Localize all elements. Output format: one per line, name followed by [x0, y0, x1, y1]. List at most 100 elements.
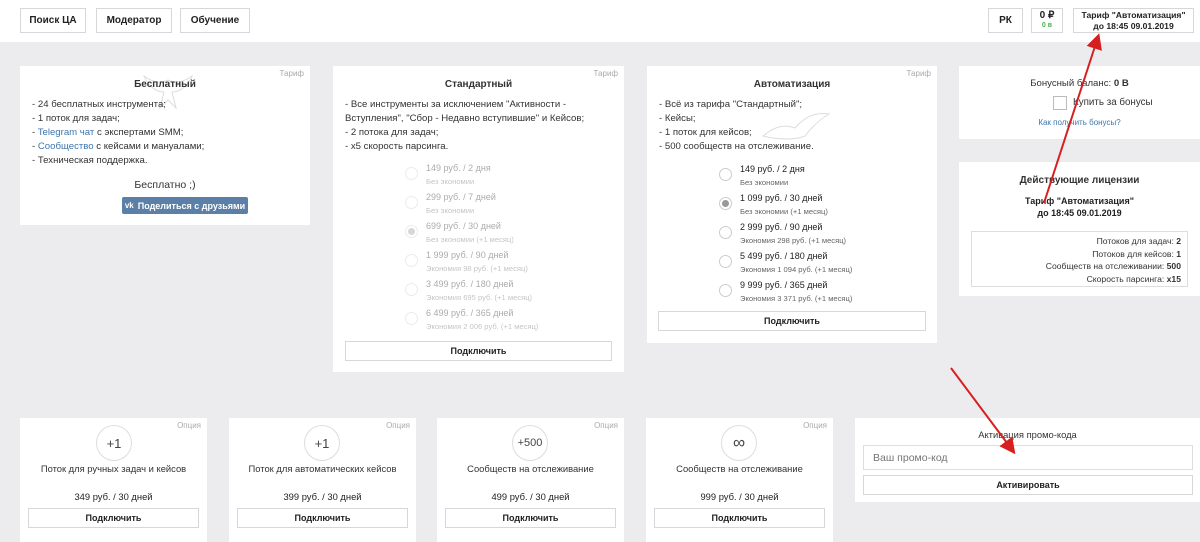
standard-option-radio[interactable]	[405, 283, 418, 296]
automation-option-label: 149 руб. / 2 дня	[740, 164, 805, 174]
rk-button[interactable]: РК	[988, 8, 1023, 33]
automation-option-radio[interactable]	[719, 168, 732, 181]
telegram-chat-link[interactable]: Telegram чат	[38, 127, 95, 138]
feature-line: - Telegram чат с экспертами SMM;	[32, 127, 184, 138]
standard-connect-button[interactable]: Подключить	[345, 341, 612, 361]
vk-icon: vk	[124, 201, 134, 210]
share-with-friends-button[interactable]: vk Поделиться с друзьями	[122, 197, 248, 214]
option-price: 399 руб. / 30 дней	[283, 491, 362, 502]
standard-option-saving: Без экономии (+1 месяц)	[426, 235, 514, 244]
option-tag: Опция	[386, 421, 410, 430]
licenses-title: Действующие лицензии	[1019, 175, 1140, 186]
promo-code-input[interactable]	[863, 445, 1193, 470]
standard-option-saving: Без экономии	[426, 206, 475, 215]
standard-option-radio[interactable]	[405, 196, 418, 209]
license-row: Скорость парсинга: x15	[1086, 273, 1181, 284]
option-price: 999 руб. / 30 дней	[700, 491, 779, 502]
option-card-auto-threads: Опция +1 Поток для автоматических кейсов…	[229, 418, 416, 542]
option-tag: Опция	[177, 421, 201, 430]
standard-option-label: 3 499 руб. / 180 дней	[426, 279, 514, 289]
standard-option-saving: Экономия 98 руб. (+1 месяц)	[426, 264, 528, 273]
bonus-card: Бонусный баланс: 0 В Купить за бонусы Ка…	[959, 66, 1200, 139]
plus-500-icon: +500	[512, 425, 548, 461]
feature-line: - 500 сообществ на отслеживание.	[659, 141, 814, 152]
automation-option-saving: Экономия 298 руб. (+1 месяц)	[740, 236, 847, 245]
free-plan-card: Тариф Бесплатный - 24 бесплатных инструм…	[20, 66, 310, 225]
tariff-tag: Тариф	[593, 69, 618, 78]
automation-option-saving: Без экономии	[740, 178, 789, 187]
buy-with-bonuses-label: Купить за бонусы	[1073, 97, 1153, 108]
top-bar: Поиск ЦА Модератор Обучение РК 0 ₽ 0 в Т…	[0, 0, 1200, 42]
automation-option-radio[interactable]	[719, 255, 732, 268]
feature-line: - 2 потока для задач;	[345, 127, 439, 138]
feature-line: - 1 поток для задач;	[32, 113, 120, 124]
licenses-card: Действующие лицензии Тариф "Автоматизаци…	[959, 162, 1200, 296]
moderator-button[interactable]: Модератор	[96, 8, 172, 33]
standard-plan-card: Тариф Стандартный - Все инструменты за и…	[333, 66, 624, 372]
feature-line: - Все инструменты за исключением "Активн…	[345, 99, 567, 110]
automation-connect-button[interactable]: Подключить	[658, 311, 926, 331]
option-connect-button[interactable]: Подключить	[654, 508, 825, 528]
learning-button[interactable]: Обучение	[180, 8, 250, 33]
activate-promo-button[interactable]: Активировать	[863, 475, 1193, 495]
feature-line: - 24 бесплатных инструмента;	[32, 99, 166, 110]
feature-line: - x5 скорость парсинга.	[345, 141, 449, 152]
automation-option-saving: Без экономии (+1 месяц)	[740, 207, 828, 216]
plus-one-icon: +1	[96, 425, 132, 461]
standard-option-radio[interactable]	[405, 225, 418, 238]
bonus-balance-label: Бонусный баланс:	[1030, 78, 1112, 89]
feature-line: - Техническая поддержка.	[32, 155, 148, 166]
plus-one-icon: +1	[304, 425, 340, 461]
balance-amount: 0 ₽	[1039, 9, 1055, 21]
standard-plan-features: - Все инструменты за исключением "Активн…	[345, 98, 584, 154]
tariff-tag: Тариф	[906, 69, 931, 78]
license-row: Потоков для задач: 2	[1096, 236, 1181, 246]
community-link[interactable]: Сообщество	[38, 141, 94, 152]
automation-option-saving: Экономия 3 371 руб. (+1 месяц)	[740, 294, 853, 303]
automation-option-label: 2 999 руб. / 90 дней	[740, 222, 823, 232]
option-card-unlimited-communities: Опция ∞ Сообществ на отслеживание 999 ру…	[646, 418, 833, 542]
automation-option-radio[interactable]	[719, 284, 732, 297]
automation-option-label: 1 099 руб. / 30 дней	[740, 193, 823, 203]
standard-option-saving: Без экономии	[426, 177, 475, 186]
feature-line: - Кейсы;	[659, 113, 696, 124]
feature-line: Вступления", "Сбор - Недавно вступившие"…	[345, 113, 585, 124]
standard-option-radio[interactable]	[405, 254, 418, 267]
standard-option-radio[interactable]	[405, 312, 418, 325]
standard-option-label: 149 руб. / 2 дня	[426, 163, 491, 173]
feature-line: - Всё из тарифа "Стандартный";	[659, 99, 803, 110]
current-tariff-button[interactable]: Тариф "Автоматизация" до 18:45 09.01.201…	[1073, 8, 1194, 33]
automation-plan-card: Тариф Автоматизация - Всё из тарифа "Ста…	[647, 66, 937, 343]
option-card-500-communities: Опция +500 Сообществ на отслеживание 499…	[437, 418, 624, 542]
balance-button[interactable]: 0 ₽ 0 в	[1031, 8, 1063, 33]
automation-option-label: 9 999 руб. / 365 дней	[740, 280, 828, 290]
automation-option-radio[interactable]	[719, 226, 732, 239]
license-tariff: Тариф "Автоматизация"	[1025, 196, 1134, 206]
standard-option-radio[interactable]	[405, 167, 418, 180]
balance-bonus: 0 в	[1041, 21, 1053, 29]
search-ca-button[interactable]: Поиск ЦА	[20, 8, 86, 33]
option-connect-button[interactable]: Подключить	[237, 508, 408, 528]
automation-option-radio[interactable]	[719, 197, 732, 210]
automation-plan-features: - Всё из тарифа "Стандартный"; - Кейсы; …	[659, 98, 814, 154]
current-tariff-name: Тариф "Автоматизация"	[1081, 9, 1186, 20]
standard-option-saving: Экономия 695 руб. (+1 месяц)	[426, 293, 533, 302]
share-button-label: Поделиться с друзьями	[137, 200, 246, 211]
bonus-balance-value: 0 В	[1113, 78, 1129, 89]
license-row: Потоков для кейсов: 1	[1092, 248, 1181, 259]
free-plan-price: Бесплатно ;)	[134, 179, 196, 191]
option-connect-button[interactable]: Подключить	[445, 508, 616, 528]
how-to-get-bonuses-link[interactable]: Как получить бонусы?	[959, 118, 1200, 127]
option-name: Поток для ручных задач и кейсов	[40, 463, 187, 474]
current-tariff-until: до 18:45 09.01.2019	[1093, 20, 1174, 31]
bonus-balance: Бонусный баланс: 0 В	[959, 78, 1200, 89]
standard-option-saving: Экономия 2 006 руб. (+1 месяц)	[426, 322, 539, 331]
option-connect-button[interactable]: Подключить	[28, 508, 199, 528]
buy-with-bonuses-checkbox[interactable]	[1053, 96, 1067, 110]
option-name: Сообществ на отслеживание	[676, 463, 803, 474]
free-plan-title: Бесплатный	[134, 79, 196, 90]
promo-title: Активация промо-кода	[978, 429, 1077, 440]
option-card-manual-threads: Опция +1 Поток для ручных задач и кейсов…	[20, 418, 207, 542]
tariff-tag: Тариф	[279, 69, 304, 78]
option-name: Сообществ на отслеживание	[467, 463, 594, 474]
